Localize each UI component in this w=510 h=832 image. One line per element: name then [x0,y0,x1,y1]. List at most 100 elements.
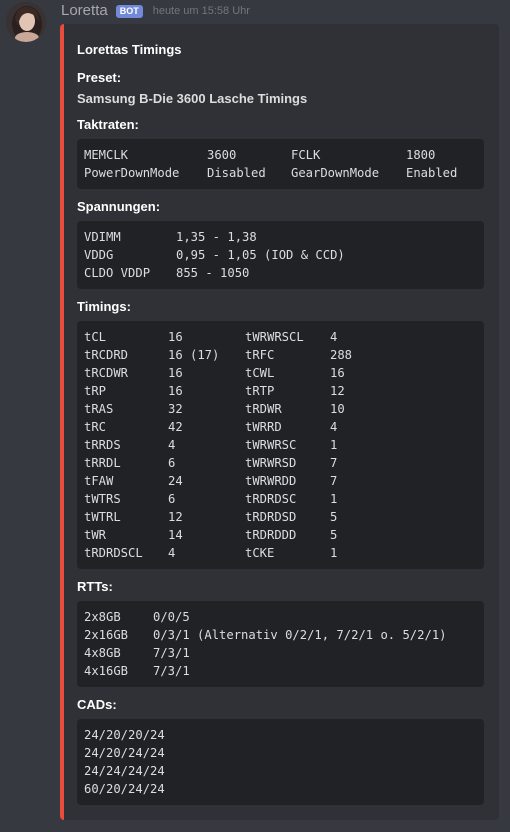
code-row: tRC 42 tWRRD 4 [84,418,477,436]
code-cell: tWRWRSC [245,438,297,452]
code-row: CLDO VDDP 855 - 1050 [84,264,477,282]
code-cell: 24/20/24/24 [84,746,165,760]
code-cell: 16 [168,384,183,398]
avatar[interactable] [6,2,46,42]
field-name-cads: CADs: [77,697,117,712]
code-cell: 6 [168,456,176,470]
code-cell: VDDG [84,248,114,262]
code-cell: tRCDWR [84,366,129,380]
field-name-taktraten: Taktraten: [77,117,139,132]
code-cell: 12 [168,510,183,524]
code-cell: 0/3/1 (Alternativ 0/2/1, 7/2/1 o. 5/2/1) [153,628,447,642]
code-cell: 10 [330,402,345,416]
code-cell: 16 (17) [168,348,220,362]
timestamp: heute um 15:58 Uhr [152,5,250,17]
code-cell: tRFC [245,348,275,362]
message-header: Loretta BOT heute um 15:58 Uhr [61,2,250,20]
code-row: tRRDS 4 tWRWRSC 1 [84,436,477,454]
code-row: MEMCLK 3600 FCLK 1800 [84,146,477,164]
field-name-rtts: RTTs: [77,579,113,594]
code-cell: 0/0/5 [153,610,190,624]
code-cell: 7/3/1 [153,664,190,678]
code-cell: 2x16GB [84,628,129,642]
code-block-timings: tCL 16 tWRWRSCL 4 tRCDRD 16 (17) tRFC 288 tRCDWR… [77,321,484,569]
code-cell: GearDownMode [291,166,380,180]
code-row: tWTRL 12 tRDRDSD 5 [84,508,477,526]
code-row: 24/20/20/24 [84,726,477,744]
code-cell: VDIMM [84,230,121,244]
code-cell: 24/20/20/24 [84,728,165,742]
code-row: tRCDWR 16 tCWL 16 [84,364,477,382]
code-cell: tCKE [245,546,275,560]
username[interactable]: Loretta [61,2,108,20]
code-block-spannungen: VDIMM 1,35 - 1,38 VDDG 0,95 - 1,05 (IOD … [77,221,484,289]
code-cell: Disabled [207,166,266,180]
code-cell: 7 [330,456,338,470]
code-cell: 3600 [207,148,237,162]
code-cell: tFAW [84,474,114,488]
code-cell: tWTRS [84,492,121,506]
code-row: 4x8GB 7/3/1 [84,644,477,662]
code-cell: tWR [84,528,107,542]
code-cell: 7/3/1 [153,646,190,660]
field-name-preset: Preset: [77,70,122,85]
code-row: 24/20/24/24 [84,744,477,762]
code-row: 60/20/24/24 [84,780,477,798]
code-row: PowerDownMode Disabled GearDownMode Enab… [84,164,477,182]
code-row: tWTRS 6 tRDRDSC 1 [84,490,477,508]
code-cell: tRDRDDD [245,528,297,542]
code-cell: 1 [330,492,338,506]
code-cell: 6 [168,492,176,506]
code-cell: 16 [330,366,345,380]
code-cell: 2x8GB [84,610,121,624]
code-cell: 4 [168,546,176,560]
code-row: 24/24/24/24 [84,762,477,780]
code-row: tRDRDSCL 4 tCKE 1 [84,544,477,562]
code-row: 2x16GB 0/3/1 (Alternativ 0/2/1, 7/2/1 o. … [84,626,477,644]
code-cell: 1,35 - 1,38 [176,230,257,244]
code-row: tRCDRD 16 (17) tRFC 288 [84,346,477,364]
code-row: tWR 14 tRDRDDD 5 [84,526,477,544]
code-cell: 855 - 1050 [176,266,250,280]
code-cell: 4 [330,420,338,434]
embed-title: Lorettas Timings [77,42,182,57]
code-cell: tRRDS [84,438,121,452]
code-cell: 1 [330,546,338,560]
code-cell: tRC [84,420,107,434]
code-row: 2x8GB 0/0/5 [84,608,477,626]
code-cell: 4 [168,438,176,452]
avatar-image-icon [6,2,46,42]
code-cell: tWRWRSCL [245,330,304,344]
code-cell: Enabled [406,166,458,180]
code-cell: tRDRDSD [245,510,297,524]
code-cell: tRP [84,384,107,398]
code-cell: 288 [330,348,353,362]
embed: Lorettas Timings Preset: Samsung B-Die 3… [60,24,499,820]
code-row: 4x16GB 7/3/1 [84,662,477,680]
code-block-taktraten: MEMCLK 3600 FCLK 1800 PowerDownMode Disa… [77,139,484,189]
code-cell: tWRRD [245,420,282,434]
code-cell: tWRWRSD [245,456,297,470]
code-cell: 4x16GB [84,664,129,678]
code-cell: tRDRDSC [245,492,297,506]
code-cell: 16 [168,366,183,380]
field-value-preset: Samsung B-Die 3600 Lasche Timings [77,91,308,106]
code-row: VDDG 0,95 - 1,05 (IOD & CCD) [84,246,477,264]
code-cell: 60/20/24/24 [84,782,165,796]
code-cell: CLDO VDDP [84,266,151,280]
code-cell: 4x8GB [84,646,121,660]
code-cell: tWTRL [84,510,121,524]
code-row: tFAW 24 tWRWRDD 7 [84,472,477,490]
code-cell: tRRDL [84,456,121,470]
code-cell: 42 [168,420,183,434]
code-cell: 32 [168,402,183,416]
code-cell: 16 [168,330,183,344]
code-block-cads: 24/20/20/24 24/20/24/24 24/24/24/24 60/20/2… [77,719,484,805]
code-row: VDIMM 1,35 - 1,38 [84,228,477,246]
code-cell: FCLK [291,148,321,162]
code-cell: PowerDownMode [84,166,180,180]
code-cell: tRDRDSCL [84,546,143,560]
code-cell: tRDWR [245,402,282,416]
code-cell: 5 [330,510,338,524]
code-cell: 0,95 - 1,05 (IOD & CCD) [176,248,345,262]
